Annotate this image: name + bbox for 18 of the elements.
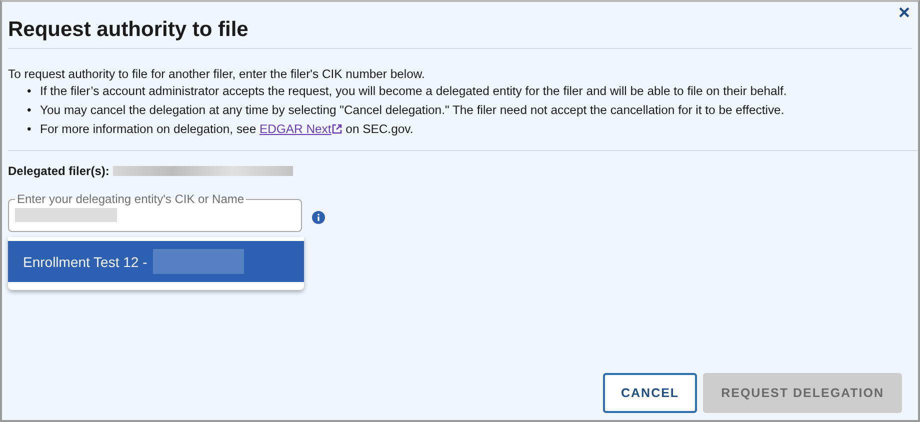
dialog-title: Request authority to file — [8, 18, 250, 42]
delegated-filers-label: Delegated filer(s): — [8, 164, 110, 178]
cik-input-field[interactable]: Enter your delegating entity's CIK or Name — [8, 192, 302, 232]
intro-text: To request authority to file for another filer, enter the filer's CIK number below. — [8, 67, 426, 81]
cancel-button[interactable]: CANCEL — [602, 373, 698, 413]
bullet-text: on SEC.gov. — [344, 122, 414, 136]
close-button[interactable]: × — [896, 4, 912, 22]
bullet-text: If the filer’s account administrator accepts the request, you will become a delegated entity for the filer and will be able to file on their behalf. — [40, 84, 787, 98]
external-link-icon — [332, 124, 342, 134]
edgar-link[interactable]: EDGAR Next — [260, 122, 342, 136]
field-label: Enter your delegating entity's CIK or Name — [16, 192, 246, 206]
bullet-marker: • — [27, 84, 32, 98]
bullet-text: You may cancel the delegation at any time by selecting "Cancel delegation." The filer need not accept the cancellation for it to be effective. — [40, 103, 784, 117]
info-icon[interactable] — [312, 210, 325, 224]
dropdown-option[interactable]: Enrollment Test 12 - — [8, 241, 304, 282]
bullet-text: For more information on delegation, see — [40, 122, 258, 136]
bullet-marker: • — [27, 103, 32, 117]
bullet-marker: • — [27, 122, 32, 136]
